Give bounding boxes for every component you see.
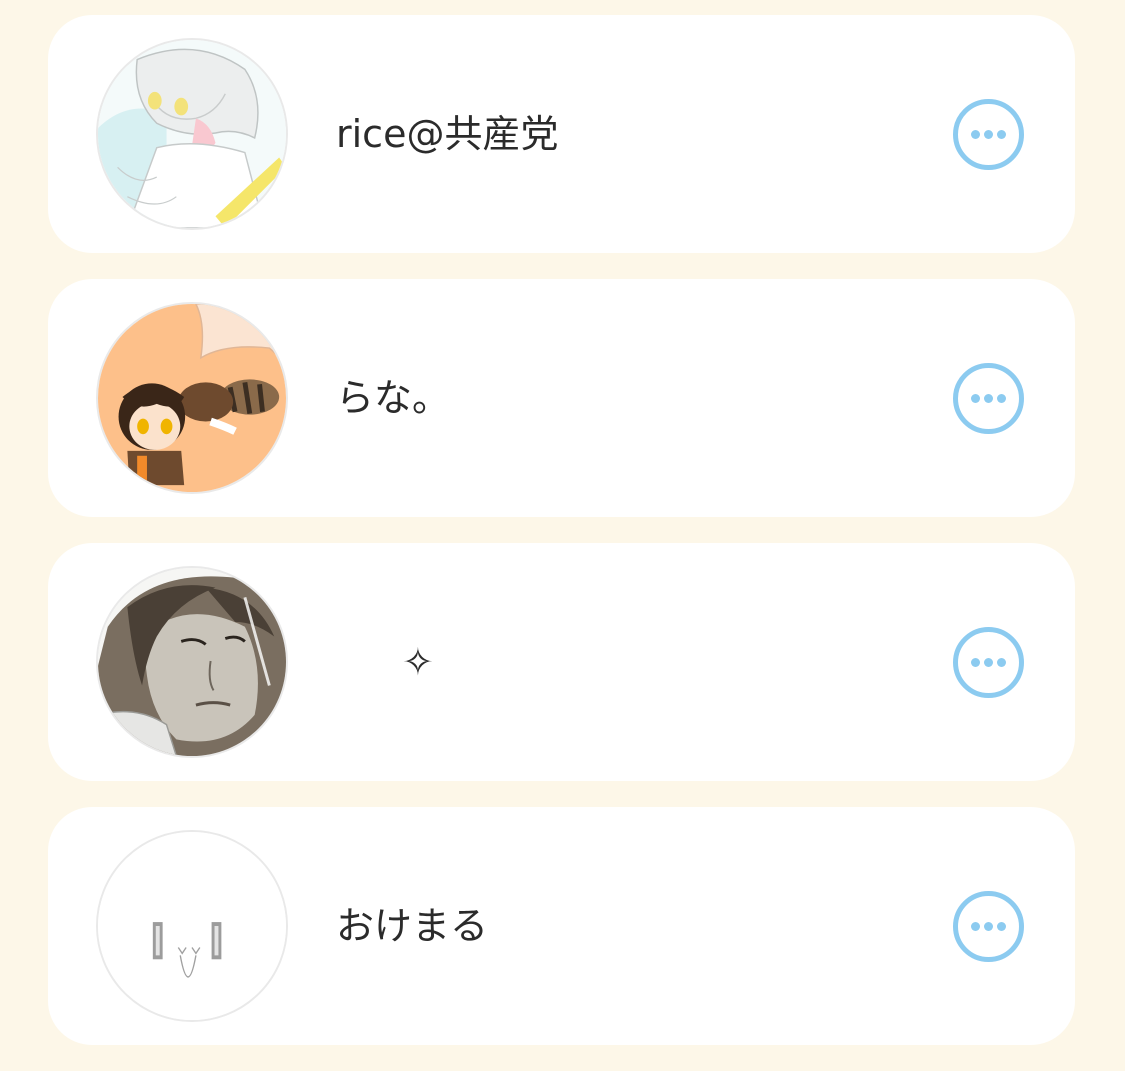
avatar[interactable] bbox=[96, 566, 288, 758]
user-name[interactable]: ✧ bbox=[402, 543, 434, 781]
avatar[interactable] bbox=[96, 38, 288, 230]
manga-portrait-avatar bbox=[98, 568, 286, 756]
anime-white-hair-avatar bbox=[98, 40, 286, 228]
avatar[interactable] bbox=[96, 830, 288, 1022]
user-row[interactable]: ✧ bbox=[48, 543, 1075, 781]
user-row[interactable]: rice@共産党 bbox=[48, 15, 1075, 253]
user-name[interactable]: rice@共産党 bbox=[336, 15, 558, 253]
user-list: rice@共産党 らな。 ✧ おけまる bbox=[48, 15, 1075, 1071]
user-name[interactable]: おけまる bbox=[336, 807, 488, 1045]
simple-face-avatar bbox=[98, 832, 286, 1020]
more-options-icon[interactable] bbox=[953, 627, 1024, 698]
chibi-raccoon-avatar bbox=[98, 304, 286, 492]
user-row[interactable]: らな。 bbox=[48, 279, 1075, 517]
more-options-icon[interactable] bbox=[953, 99, 1024, 170]
more-options-icon[interactable] bbox=[953, 891, 1024, 962]
avatar[interactable] bbox=[96, 302, 288, 494]
user-name[interactable]: らな。 bbox=[336, 279, 450, 517]
user-row[interactable]: おけまる bbox=[48, 807, 1075, 1045]
more-options-icon[interactable] bbox=[953, 363, 1024, 434]
